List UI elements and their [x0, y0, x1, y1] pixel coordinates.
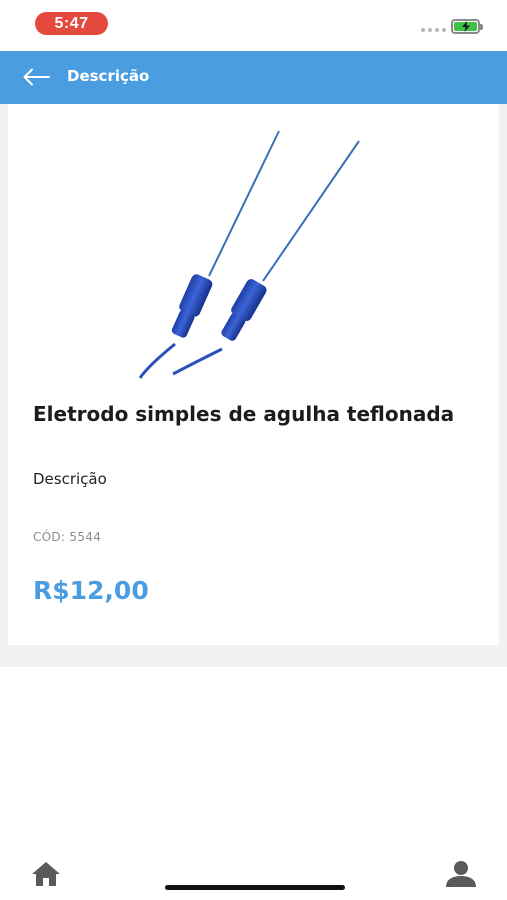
signal-icon	[421, 28, 446, 32]
home-indicator	[165, 885, 345, 890]
product-title: Eletrodo simples de agulha teflonada	[33, 402, 455, 426]
page-title: Descrição	[67, 67, 150, 85]
battery-charging-icon	[451, 19, 483, 34]
tab-home[interactable]	[30, 860, 62, 888]
status-time: 5:47	[35, 12, 108, 35]
product-price: R$12,00	[33, 576, 149, 605]
arrow-left-icon	[23, 68, 50, 86]
product-card: Eletrodo simples de agulha teflonada Des…	[8, 104, 499, 645]
home-icon	[32, 862, 60, 886]
status-bar: 5:47	[0, 0, 507, 51]
app-bar: Descrição	[0, 51, 507, 104]
back-button[interactable]	[20, 63, 52, 91]
tab-profile[interactable]	[444, 860, 478, 888]
user-icon	[446, 861, 476, 887]
product-code: CÓD: 5544	[33, 530, 102, 544]
needle-electrode-image	[138, 130, 360, 379]
description-label: Descrição	[33, 470, 107, 488]
